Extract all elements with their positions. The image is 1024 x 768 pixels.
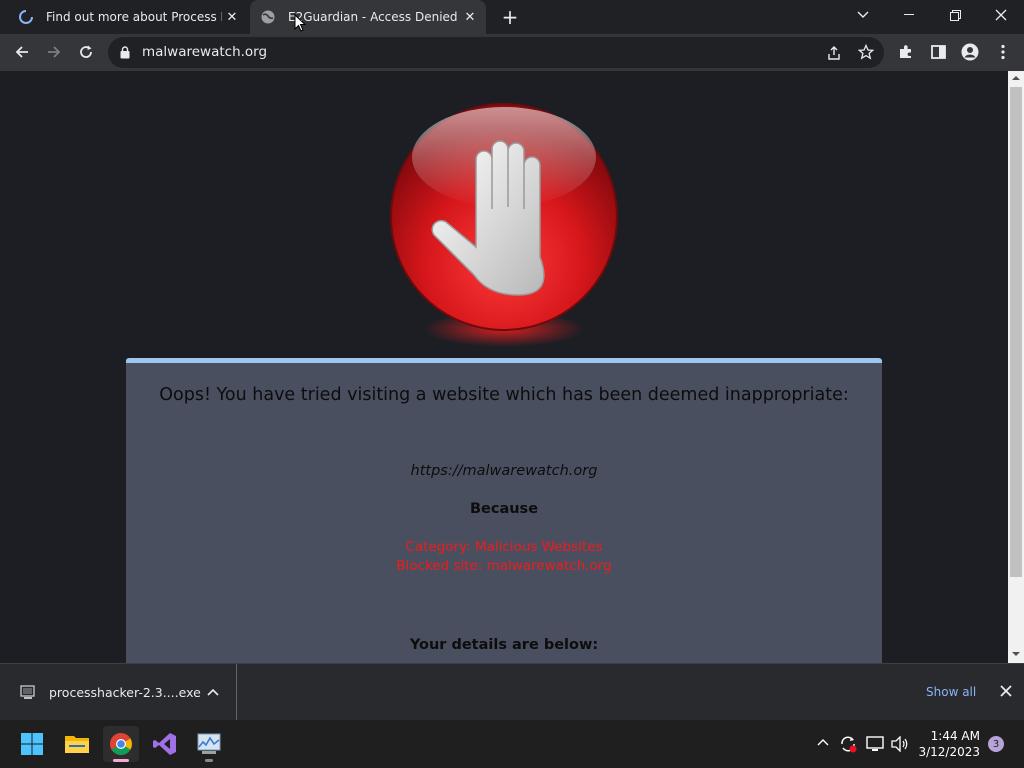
extensions-button[interactable]: [892, 38, 920, 66]
download-filename: processhacker-2.3....exe: [49, 685, 201, 700]
chevron-down-icon: [857, 11, 869, 18]
clock-time: 1:44 AM: [930, 729, 980, 743]
because-label: Because: [469, 501, 539, 517]
process-hacker-icon: [197, 733, 221, 754]
side-panel-icon: [930, 45, 946, 59]
page-content: Oops! You have tried visiting a website …: [0, 71, 1008, 663]
back-button[interactable]: [8, 38, 36, 66]
close-download-bar-icon[interactable]: [1000, 685, 1012, 697]
scroll-down-arrow-icon[interactable]: [1012, 651, 1020, 657]
tab-e2guardian[interactable]: E2Guardian - Access Denied ✕: [250, 0, 486, 34]
tab-strip: Find out more about Process Hac ✕ E2Guar…: [0, 0, 1024, 34]
new-tab-button[interactable]: +: [500, 5, 520, 29]
minimize-icon: [904, 14, 914, 15]
browser-toolbar: malwarewatch.org: [0, 34, 1024, 71]
notification-badge[interactable]: 3: [988, 736, 1004, 752]
menu-button[interactable]: [989, 38, 1017, 66]
blocked-site: Blocked site: malwarewatch.org: [396, 558, 612, 574]
active-app-indicator: [113, 759, 129, 762]
tab-search-button[interactable]: [840, 0, 886, 30]
visual-studio-icon: [153, 733, 176, 755]
reload-icon: [80, 45, 92, 58]
network-icon[interactable]: [866, 736, 884, 752]
file-explorer-button[interactable]: [59, 726, 95, 762]
windows-logo-icon: [21, 733, 43, 755]
stop-hand-icon: [390, 103, 618, 347]
lock-icon[interactable]: [120, 46, 130, 59]
restore-button[interactable]: [932, 0, 978, 30]
download-item[interactable]: processhacker-2.3....exe: [0, 664, 237, 720]
close-window-button[interactable]: [978, 0, 1024, 30]
show-all-downloads-link[interactable]: Show all: [926, 685, 976, 699]
tab-close-icon[interactable]: ✕: [224, 9, 240, 25]
tab-title: Find out more about Process Hac: [46, 10, 222, 24]
kebab-menu-icon: [1001, 44, 1005, 60]
running-app-indicator: [205, 759, 213, 762]
address-bar[interactable]: malwarewatch.org: [108, 37, 884, 68]
tab-process-hacker[interactable]: Find out more about Process Hac ✕: [8, 0, 248, 34]
forward-button[interactable]: [40, 38, 68, 66]
folder-icon: [65, 736, 89, 753]
arrow-left-icon: [15, 46, 28, 58]
block-headline: Oops! You have tried visiting a website …: [159, 385, 849, 405]
close-icon: [995, 9, 1007, 21]
bookmark-star-icon[interactable]: [858, 44, 874, 60]
show-hidden-icons-chevron-icon[interactable]: [817, 738, 829, 746]
block-message-panel: Oops! You have tried visiting a website …: [126, 358, 882, 663]
details-heading: Your details are below:: [409, 637, 599, 653]
block-category: Category: Malicious Websites: [405, 539, 603, 555]
scroll-up-arrow-icon[interactable]: [1012, 75, 1020, 81]
mouse-cursor-icon: [294, 14, 306, 32]
chrome-taskbar-button[interactable]: [103, 726, 139, 762]
blocked-url: https://malwarewatch.org: [410, 463, 598, 479]
side-panel-button[interactable]: [924, 38, 952, 66]
page-scrollbar[interactable]: [1008, 71, 1024, 663]
profile-icon: [961, 43, 979, 61]
loading-spinner-icon: [19, 10, 33, 24]
start-button[interactable]: [14, 726, 50, 762]
exe-file-icon: [20, 685, 35, 699]
tab-close-icon[interactable]: ✕: [462, 9, 478, 25]
tab-title: E2Guardian - Access Denied: [288, 10, 458, 24]
sync-icon[interactable]: [839, 735, 857, 753]
arrow-right-icon: [48, 46, 61, 58]
system-clock[interactable]: 1:44 AM 3/12/2023: [916, 728, 980, 760]
clock-date: 3/12/2023: [918, 745, 980, 759]
restore-icon: [949, 9, 961, 21]
share-icon[interactable]: [826, 45, 842, 61]
scrollbar-thumb[interactable]: [1010, 87, 1022, 577]
chevron-up-icon[interactable]: [207, 688, 219, 696]
visual-studio-button[interactable]: [147, 726, 183, 762]
volume-icon[interactable]: [891, 736, 909, 752]
address-url: malwarewatch.org: [142, 44, 268, 60]
profile-button[interactable]: [956, 38, 984, 66]
minimize-button[interactable]: [886, 0, 932, 30]
windows-taskbar: 1:44 AM 3/12/2023 3: [0, 720, 1024, 768]
puzzle-icon: [900, 45, 911, 58]
chrome-icon: [110, 733, 132, 755]
process-hacker-button[interactable]: [191, 726, 227, 762]
reload-button[interactable]: [72, 38, 100, 66]
globe-icon: [261, 10, 275, 24]
download-bar: processhacker-2.3....exe Show all: [0, 663, 1024, 720]
